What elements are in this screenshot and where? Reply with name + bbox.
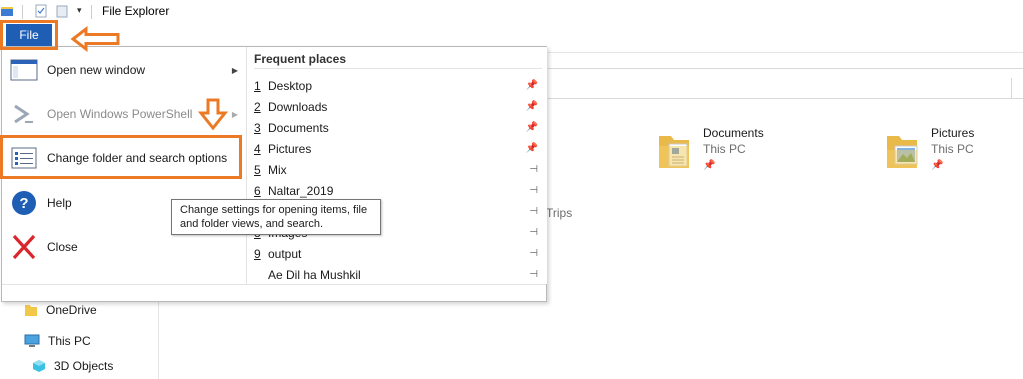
pinned-icon[interactable]: 📌 [526,80,538,91]
unpinned-icon[interactable]: ⊣ [529,227,538,238]
frequent-place-item[interactable]: 6 Naltar_2019 ⊣ [254,180,542,201]
frequent-place-item[interactable]: 2 Downloads 📌 [254,96,542,117]
submenu-arrow-icon: ▶ [231,109,238,119]
unpinned-icon[interactable]: ⊣ [529,248,538,259]
quick-access-tile-documents[interactable]: Documents This PC 📌 [657,126,857,186]
frequent-place-item[interactable]: Ae Dil ha Mushkil ⊣ [254,264,542,285]
tile-location: This PC [931,142,974,156]
address-bar-border-top [548,68,1023,69]
nav-item-3d-objects[interactable]: 3D Objects [32,356,113,376]
frequent-places-header: Frequent places [254,52,347,66]
pin-icon: 📌 [931,160,944,171]
access-key: 6 [254,183,261,198]
new-folder-icon[interactable] [55,4,69,18]
pinned-icon[interactable]: 📌 [526,122,538,133]
frequent-place-item[interactable]: 5 Mix ⊣ [254,159,542,180]
frequent-places-divider [254,68,542,69]
close-icon [9,233,39,261]
partial-item-label: Trips [546,206,573,220]
title-bar: ▾ File Explorer [0,0,1023,24]
search-box-edge [1011,78,1023,98]
place-name: Pictures [268,141,312,156]
toolbar-divider [91,5,92,19]
customize-toolbar-dropdown-icon[interactable]: ▾ [77,5,82,16]
place-name: Ae Dil ha Mushkil [268,267,361,282]
access-key: 1 [254,78,261,93]
tile-location: This PC [703,142,746,156]
place-name: Desktop [268,78,313,93]
menu-item-label: Open new window [47,63,146,77]
window-icon [9,56,39,84]
computer-icon [24,334,40,347]
help-icon: ? [9,189,39,217]
frequent-place-item[interactable]: 3 Documents 📌 [254,117,542,138]
pinned-icon[interactable]: 📌 [526,143,538,154]
tile-name: Pictures [931,126,975,140]
unpinned-icon[interactable]: ⊣ [529,185,538,196]
access-key: 2 [254,99,261,114]
submenu-arrow-icon: ▶ [231,65,238,75]
nav-item-onedrive[interactable]: OneDrive [24,300,97,320]
frequent-place-item[interactable]: 4 Pictures 📌 [254,138,542,159]
nav-pane-divider [158,302,159,379]
ribbon-divider [548,52,1023,53]
place-name: Mix [268,162,287,177]
place-name: Documents [268,120,329,135]
onedrive-folder-icon [25,305,37,316]
documents-folder-icon [657,130,693,172]
access-key: 3 [254,120,261,135]
place-name: output [268,246,302,261]
pictures-folder-icon [885,130,921,172]
access-key: 4 [254,141,261,156]
properties-icon[interactable] [34,4,48,18]
toolbar-divider [22,5,23,19]
annotation-arrow-down-icon [197,98,229,131]
annotation-arrow-left-icon [70,26,120,52]
annotation-highlight-file-tab [0,20,58,50]
annotation-highlight-folder-options [0,135,242,179]
frequent-place-item[interactable]: 1 Desktop 📌 [254,75,542,96]
nav-item-label: This PC [48,334,91,348]
unpinned-icon[interactable]: ⊣ [529,164,538,175]
unpinned-icon[interactable]: ⊣ [529,269,538,280]
nav-item-label: OneDrive [46,303,97,317]
menu-item-label: Close [47,240,78,254]
nav-item-label: 3D Objects [54,359,114,373]
pinned-icon[interactable]: 📌 [526,101,538,112]
frequent-place-item[interactable]: 9 output ⊣ [254,243,542,264]
powershell-icon [9,100,39,128]
open-new-window-item[interactable]: Open new window ▶ [2,48,246,92]
explorer-app-icon [0,4,14,18]
place-name: Downloads [268,99,328,114]
3d-objects-icon [33,360,45,372]
pin-icon: 📌 [703,160,716,171]
menu-item-label: Open Windows PowerShell [47,107,193,121]
window-title: File Explorer [102,4,170,18]
menu-item-label: Help [47,196,72,210]
tooltip: Change settings for opening items, file … [171,199,381,235]
access-key: 5 [254,162,261,177]
address-bar-border-bottom [548,98,1023,99]
unpinned-icon[interactable]: ⊣ [529,206,538,217]
tile-name: Documents [703,126,764,140]
nav-item-this-pc[interactable]: This PC [24,331,91,351]
access-key: 9 [254,246,261,261]
quick-access-tile-pictures[interactable]: Pictures This PC 📌 [885,126,1023,186]
place-name: Naltar_2019 [268,183,334,198]
svg-text:?: ? [19,195,28,212]
